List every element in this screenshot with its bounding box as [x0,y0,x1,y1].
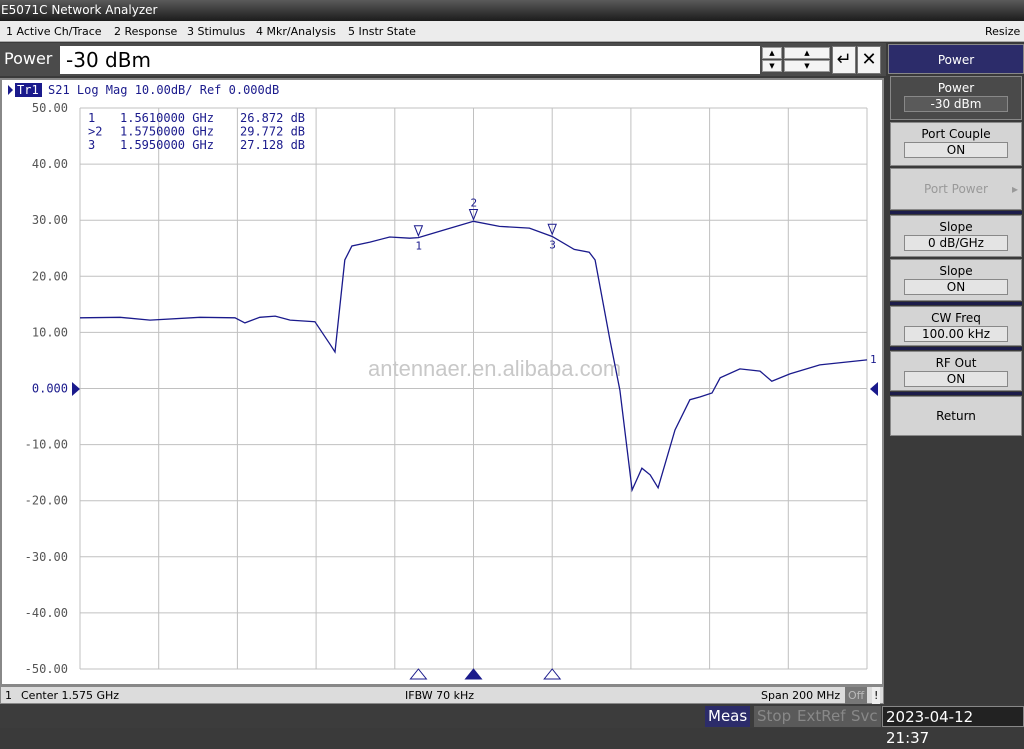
close-icon[interactable]: ✕ [857,46,881,74]
trace-id[interactable]: Tr1 [17,83,39,97]
instrument-status-bar: Meas Stop ExtRef Svc 2023-04-12 21:37 [0,704,1024,747]
y-tick-label: 30.00 [32,213,68,227]
spin-down-button[interactable]: ▼ [762,60,782,72]
window-title: E5071C Network Analyzer [1,3,158,17]
softkey-header: Power [888,44,1024,74]
channel-number: 1 [5,689,12,702]
active-trace-icon [8,85,13,95]
menu-instr-state[interactable]: 5 Instr State [348,21,416,42]
y-tick-label: 10.00 [32,325,68,339]
trace-header: S21 Log Mag 10.00dB/ Ref 0.000dB [48,83,279,97]
softkey-return[interactable]: Return [890,396,1022,436]
entry-bar: Power -30 dBm ▲ ▼ ▲ ▼ ↵ ✕ [0,43,886,76]
softkey-power-value: -30 dBm [904,96,1008,112]
trace-end-label: 1 [870,353,877,366]
y-tick-label: -20.00 [25,494,68,508]
ref-level-left-icon[interactable] [72,382,80,396]
marker-number: 2 [471,196,478,209]
step-down-button[interactable]: ▼ [784,60,830,72]
marker-table-label: >2 [88,125,102,139]
meas-status: Meas [705,706,751,727]
softkey-slope-value[interactable]: Slope 0 dB/GHz [890,215,1022,257]
power-input[interactable]: -30 dBm [60,46,760,74]
marker-1-icon[interactable] [413,225,424,238]
ref-level-right-icon[interactable] [870,382,878,396]
step-up-button[interactable]: ▲ [784,47,830,59]
stop-status: Stop [754,706,795,727]
entry-label: Power [4,49,53,68]
marker-table-label: 1 [88,111,95,125]
marker-table-freq: 1.5750000 GHz [120,125,214,139]
marker-table-label: 3 [88,138,95,152]
y-tick-label: -50.00 [25,662,68,676]
submenu-arrow-icon: ▸ [1011,182,1018,196]
softkey-power[interactable]: Power -30 dBm [890,76,1022,120]
marker-3-bottom-icon[interactable] [543,668,562,680]
marker-table-freq: 1.5610000 GHz [120,111,214,125]
menu-bar: 1 Active Ch/Trace 2 Response 3 Stimulus … [0,21,1024,42]
y-tick-label: 0.000 [32,382,68,396]
menu-active-ch-trace[interactable]: 1 Active Ch/Trace [6,21,102,42]
title-bar: E5071C Network Analyzer [0,0,1024,21]
menu-resize[interactable]: Resize [985,21,1020,42]
marker-number: 3 [549,238,556,251]
sweep-off-badge: Off [845,687,868,705]
marker-number: 1 [415,240,422,253]
warning-icon: ! [872,687,881,705]
extref-status: ExtRef [794,706,849,727]
y-tick-label: 40.00 [32,157,68,171]
y-tick-label: -30.00 [25,550,68,564]
marker-2-bottom-icon[interactable] [464,668,483,680]
menu-response[interactable]: 2 Response [114,21,177,42]
svc-status: Svc [848,706,881,727]
marker-table-value: 27.128 dB [240,138,305,152]
softkey-port-power[interactable]: Port Power ▸ [890,168,1022,210]
softkey-panel: Power Power -30 dBm Port Couple ON Port Po… [886,43,1024,704]
y-tick-label: -10.00 [25,438,68,452]
y-tick-label: 20.00 [32,269,68,283]
softkey-slope-toggle[interactable]: Slope ON [890,259,1022,301]
channel-status-bar: 1 Center 1.575 GHz IFBW 70 kHz Span 200 … [0,686,884,705]
ifbw[interactable]: IFBW 70 kHz [405,687,474,705]
center-freq[interactable]: Center 1.575 GHz [21,687,119,705]
enter-icon[interactable]: ↵ [832,46,856,74]
span-freq[interactable]: Span 200 MHz [761,687,840,705]
softkey-port-couple[interactable]: Port Couple ON [890,122,1022,166]
softkey-cw-freq[interactable]: CW Freq 100.00 kHz [890,306,1022,346]
marker-table-freq: 1.5950000 GHz [120,138,214,152]
trace-plot[interactable]: Tr1 S21 Log Mag 10.00dB/ Ref 0.000dB 50.… [2,80,882,684]
marker-table-value: 26.872 dB [240,111,305,125]
datetime: 2023-04-12 21:37 [882,706,1024,747]
y-tick-label: 50.00 [32,101,68,115]
spin-up-button[interactable]: ▲ [762,47,782,59]
watermark: antennaer.en.alibaba.com [368,356,621,381]
marker-table-value: 29.772 dB [240,125,305,139]
marker-1-bottom-icon[interactable] [409,668,428,680]
y-tick-label: -40.00 [25,606,68,620]
menu-mkr-analysis[interactable]: 4 Mkr/Analysis [256,21,336,42]
menu-stimulus[interactable]: 3 Stimulus [187,21,245,42]
plot-panel: Tr1 S21 Log Mag 10.00dB/ Ref 0.000dB 50.… [0,78,884,686]
softkey-rf-out[interactable]: RF Out ON [890,351,1022,391]
